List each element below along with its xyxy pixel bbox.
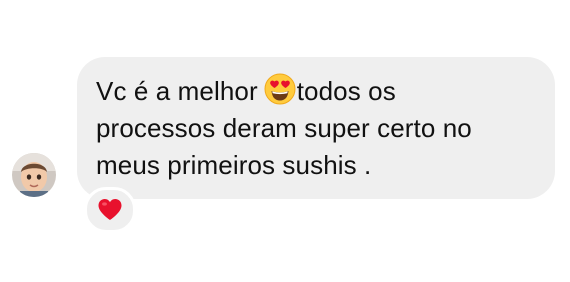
message-line-3: meus primeiros sushis .	[96, 150, 372, 180]
reaction-badge[interactable]	[84, 187, 136, 233]
message-text-end: todos os	[296, 76, 396, 106]
message-line-2: processos deram super certo no	[96, 113, 472, 143]
message-bubble[interactable]: Vc é a melhor todos os processos deram s…	[77, 57, 555, 199]
sender-avatar[interactable]	[12, 153, 56, 197]
message-line-1: Vc é a melhor todos os	[96, 73, 535, 110]
heart-eyes-emoji-icon	[264, 73, 296, 105]
red-heart-icon	[98, 199, 122, 220]
child-avatar-icon	[12, 153, 56, 197]
message-text-start: Vc é a melhor	[96, 76, 258, 106]
chat-thread: Vc é a melhor todos os processos deram s…	[0, 0, 570, 282]
